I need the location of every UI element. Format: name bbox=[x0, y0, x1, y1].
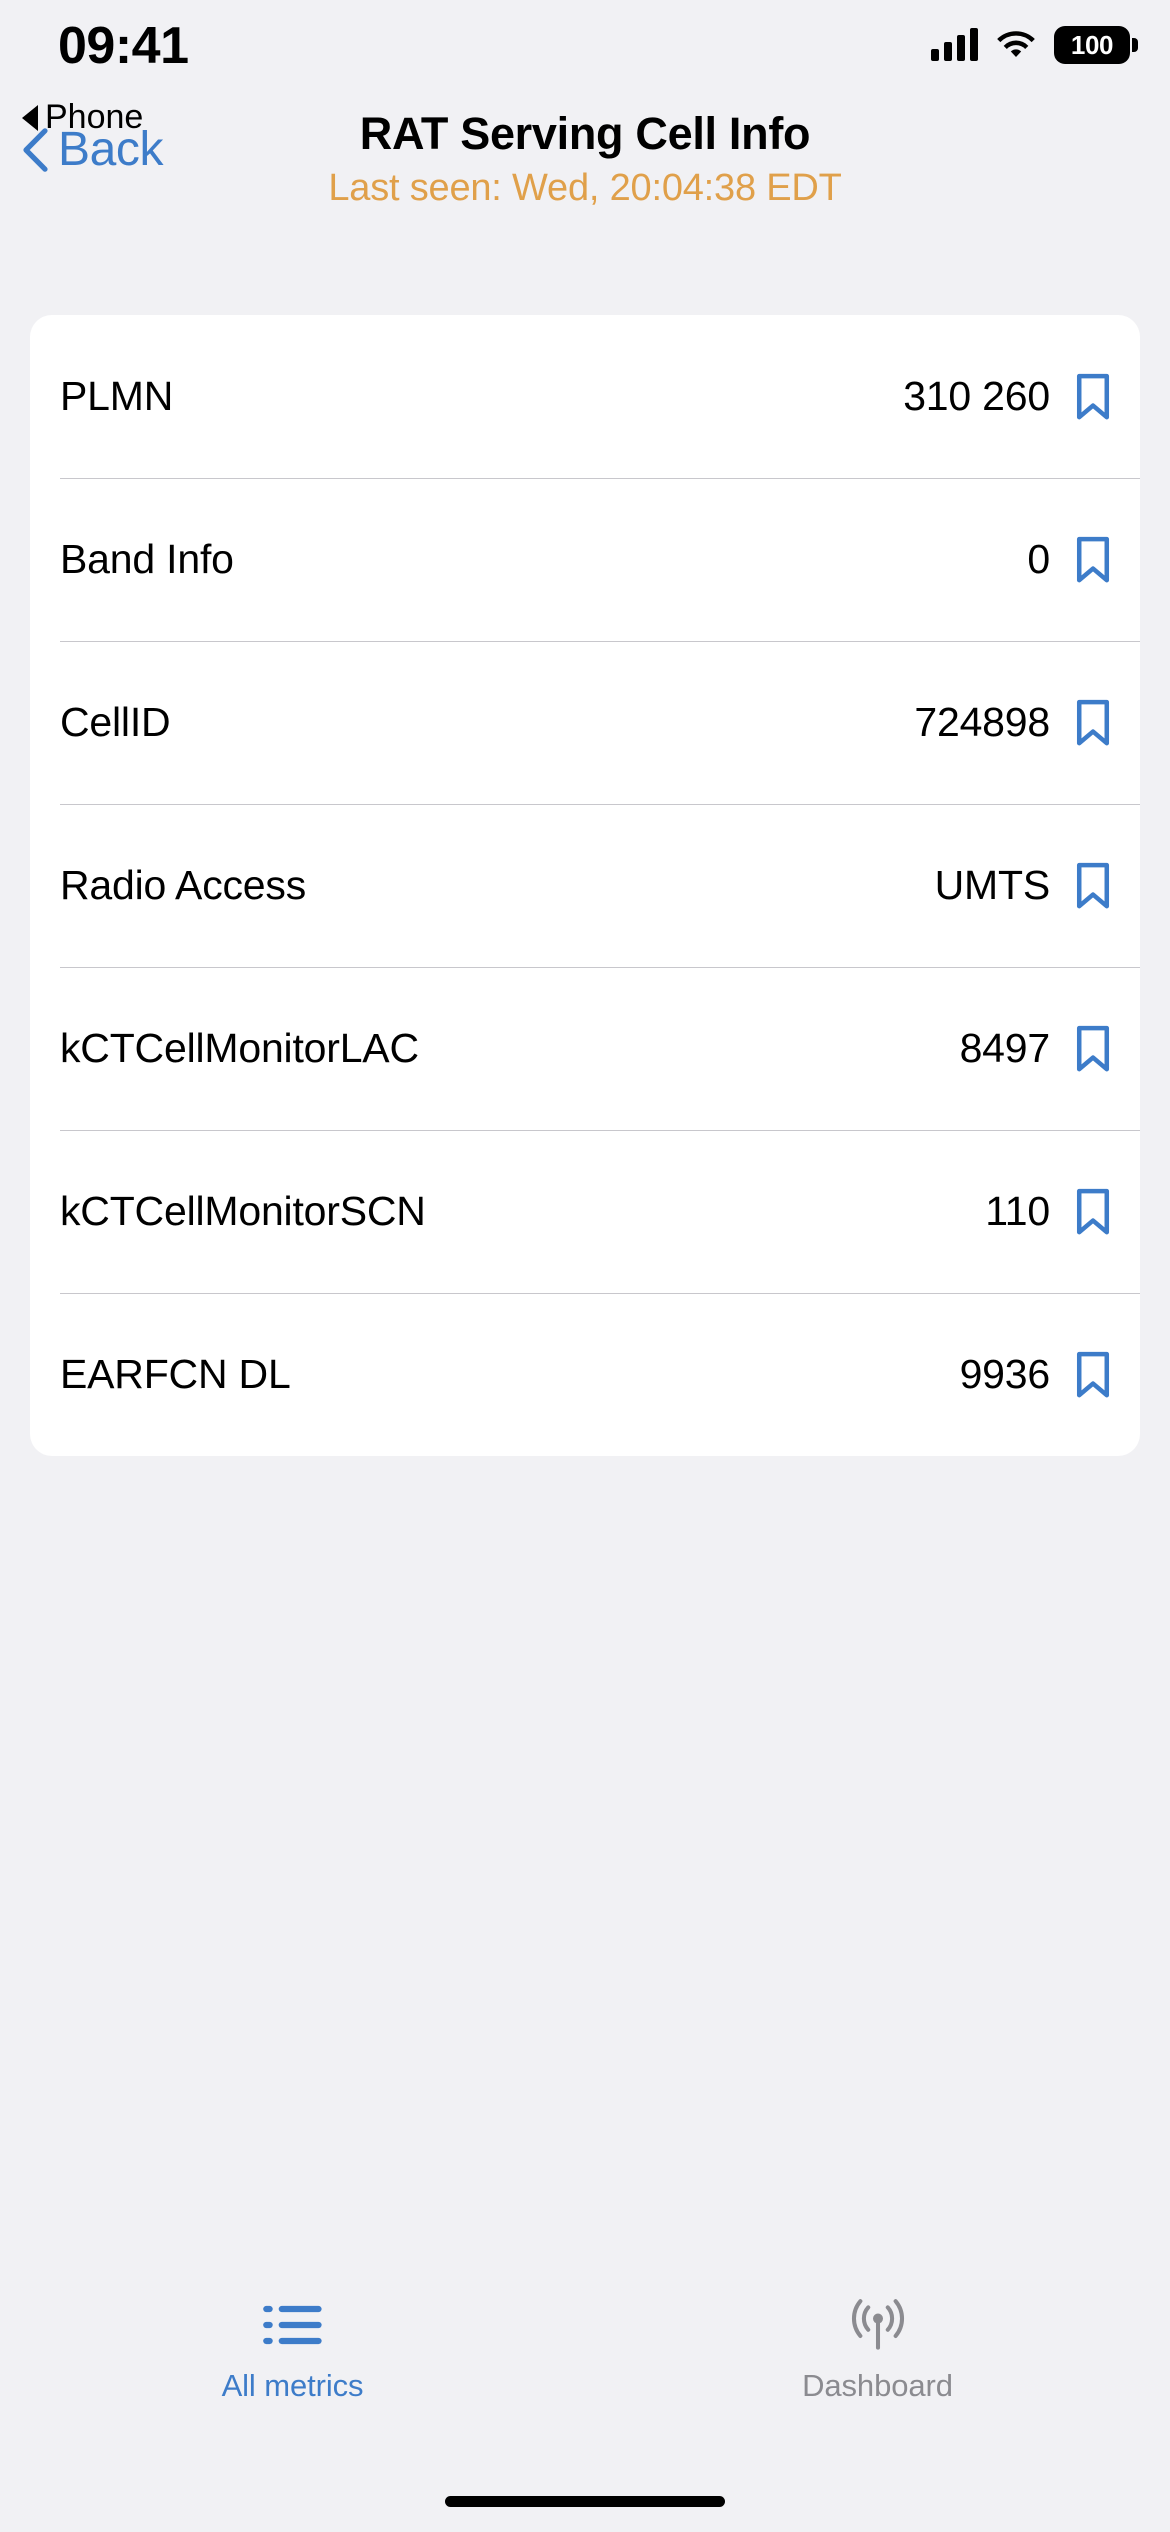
home-indicator[interactable] bbox=[445, 2495, 725, 2507]
navigation-bar: Back RAT Serving Cell Info Last seen: We… bbox=[0, 100, 1170, 230]
table-row[interactable]: CellID 724898 bbox=[30, 641, 1140, 804]
table-row[interactable]: Band Info 0 bbox=[30, 478, 1140, 641]
bookmark-icon[interactable] bbox=[1074, 699, 1112, 747]
navigation-title-block: RAT Serving Cell Info Last seen: Wed, 20… bbox=[0, 106, 1170, 212]
metric-label: PLMN bbox=[60, 373, 174, 419]
status-bar-indicators: 100 bbox=[931, 26, 1138, 64]
table-row[interactable]: EARFCN DL 9936 bbox=[30, 1293, 1140, 1456]
status-bar-time: 09:41 bbox=[58, 17, 189, 75]
back-button[interactable]: Back bbox=[22, 122, 164, 177]
bookmark-icon[interactable] bbox=[1074, 536, 1112, 584]
metric-label: kCTCellMonitorLAC bbox=[60, 1025, 419, 1071]
last-seen-subtitle: Last seen: Wed, 20:04:38 EDT bbox=[328, 167, 842, 210]
battery-icon: 100 bbox=[1054, 26, 1138, 64]
broadcast-antenna-icon bbox=[847, 2294, 909, 2356]
bookmark-icon[interactable] bbox=[1074, 862, 1112, 910]
metric-value: 110 bbox=[985, 1188, 1050, 1234]
app-screen: 09:41 100 Phone Back RAT Serving Cell In… bbox=[0, 0, 1170, 2532]
wifi-icon bbox=[997, 31, 1035, 57]
tab-dashboard-label: Dashboard bbox=[802, 2368, 953, 2403]
tab-all-metrics-label: All metrics bbox=[221, 2368, 364, 2403]
content-area: PLMN 310 260 Band Info 0 CellID 724898 R… bbox=[0, 230, 1170, 2280]
home-indicator-area bbox=[0, 2470, 1170, 2532]
metrics-card: PLMN 310 260 Band Info 0 CellID 724898 R… bbox=[30, 315, 1140, 1456]
bookmark-icon[interactable] bbox=[1074, 1188, 1112, 1236]
metric-value: 8497 bbox=[959, 1025, 1051, 1071]
table-row[interactable]: kCTCellMonitorSCN 110 bbox=[30, 1130, 1140, 1293]
metric-label: CellID bbox=[60, 699, 171, 745]
tab-dashboard[interactable]: Dashboard bbox=[585, 2294, 1170, 2404]
bookmark-icon[interactable] bbox=[1074, 1351, 1112, 1399]
battery-level-label: 100 bbox=[1070, 30, 1114, 60]
list-bullet-icon bbox=[262, 2294, 324, 2356]
page-title: RAT Serving Cell Info bbox=[359, 108, 811, 159]
table-row[interactable]: Radio Access UMTS bbox=[30, 804, 1140, 967]
cellular-signal-icon bbox=[931, 28, 978, 61]
tab-bar: All metrics Dashboard bbox=[0, 2280, 1170, 2470]
metric-value: 9936 bbox=[959, 1351, 1051, 1397]
metric-value: UMTS bbox=[934, 862, 1051, 908]
metric-value: 310 260 bbox=[903, 373, 1050, 419]
metric-value: 724898 bbox=[914, 699, 1050, 745]
back-button-label: Back bbox=[58, 123, 164, 176]
bookmark-icon[interactable] bbox=[1074, 373, 1112, 421]
bookmark-icon[interactable] bbox=[1074, 1025, 1112, 1073]
metric-label: EARFCN DL bbox=[60, 1351, 291, 1397]
status-bar: 09:41 100 bbox=[0, 0, 1170, 100]
metric-label: Band Info bbox=[60, 536, 234, 582]
table-row[interactable]: kCTCellMonitorLAC 8497 bbox=[30, 967, 1140, 1130]
metric-label: Radio Access bbox=[60, 862, 307, 908]
metric-value: 0 bbox=[1027, 536, 1050, 582]
chevron-left-icon bbox=[23, 127, 48, 172]
table-row[interactable]: PLMN 310 260 bbox=[30, 315, 1140, 478]
metric-label: kCTCellMonitorSCN bbox=[60, 1188, 426, 1234]
tab-all-metrics[interactable]: All metrics bbox=[0, 2294, 585, 2404]
